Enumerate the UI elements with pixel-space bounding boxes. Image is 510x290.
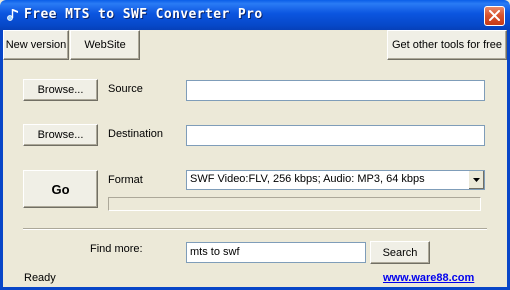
- app-icon: [7, 9, 18, 21]
- find-more-field[interactable]: mts to swf: [186, 242, 366, 263]
- window-title: Free MTS to SWF Converter Pro: [24, 7, 263, 22]
- format-select[interactable]: SWF Video:FLV, 256 kbps; Audio: MP3, 64 …: [186, 170, 485, 190]
- get-other-tools-button[interactable]: Get other tools for free: [387, 30, 507, 60]
- title-bar[interactable]: Free MTS to SWF Converter Pro: [0, 0, 510, 30]
- website-link[interactable]: www.ware88.com: [383, 272, 474, 284]
- new-version-button[interactable]: New version: [3, 30, 69, 60]
- find-more-label: Find more:: [90, 243, 143, 255]
- destination-label: Destination: [108, 128, 164, 140]
- separator: [23, 228, 487, 230]
- browse-source-button[interactable]: Browse...: [23, 79, 98, 101]
- window-border-left: [0, 30, 3, 290]
- format-label: Format: [108, 174, 143, 186]
- browse-destination-button[interactable]: Browse...: [23, 124, 98, 146]
- close-button[interactable]: [484, 6, 505, 26]
- dropdown-arrow[interactable]: [468, 171, 484, 189]
- status-text: Ready: [24, 272, 56, 284]
- format-select-value: SWF Video:FLV, 256 kbps; Audio: MP3, 64 …: [190, 173, 425, 185]
- source-field[interactable]: [186, 80, 485, 101]
- conversion-progress-bar: [108, 197, 481, 211]
- go-button[interactable]: Go: [23, 170, 98, 208]
- destination-field[interactable]: [186, 125, 485, 146]
- source-label: Source: [108, 83, 143, 95]
- close-icon: [489, 10, 500, 21]
- search-button[interactable]: Search: [370, 241, 430, 264]
- chevron-down-icon: [473, 178, 480, 182]
- website-button[interactable]: WebSite: [70, 30, 140, 60]
